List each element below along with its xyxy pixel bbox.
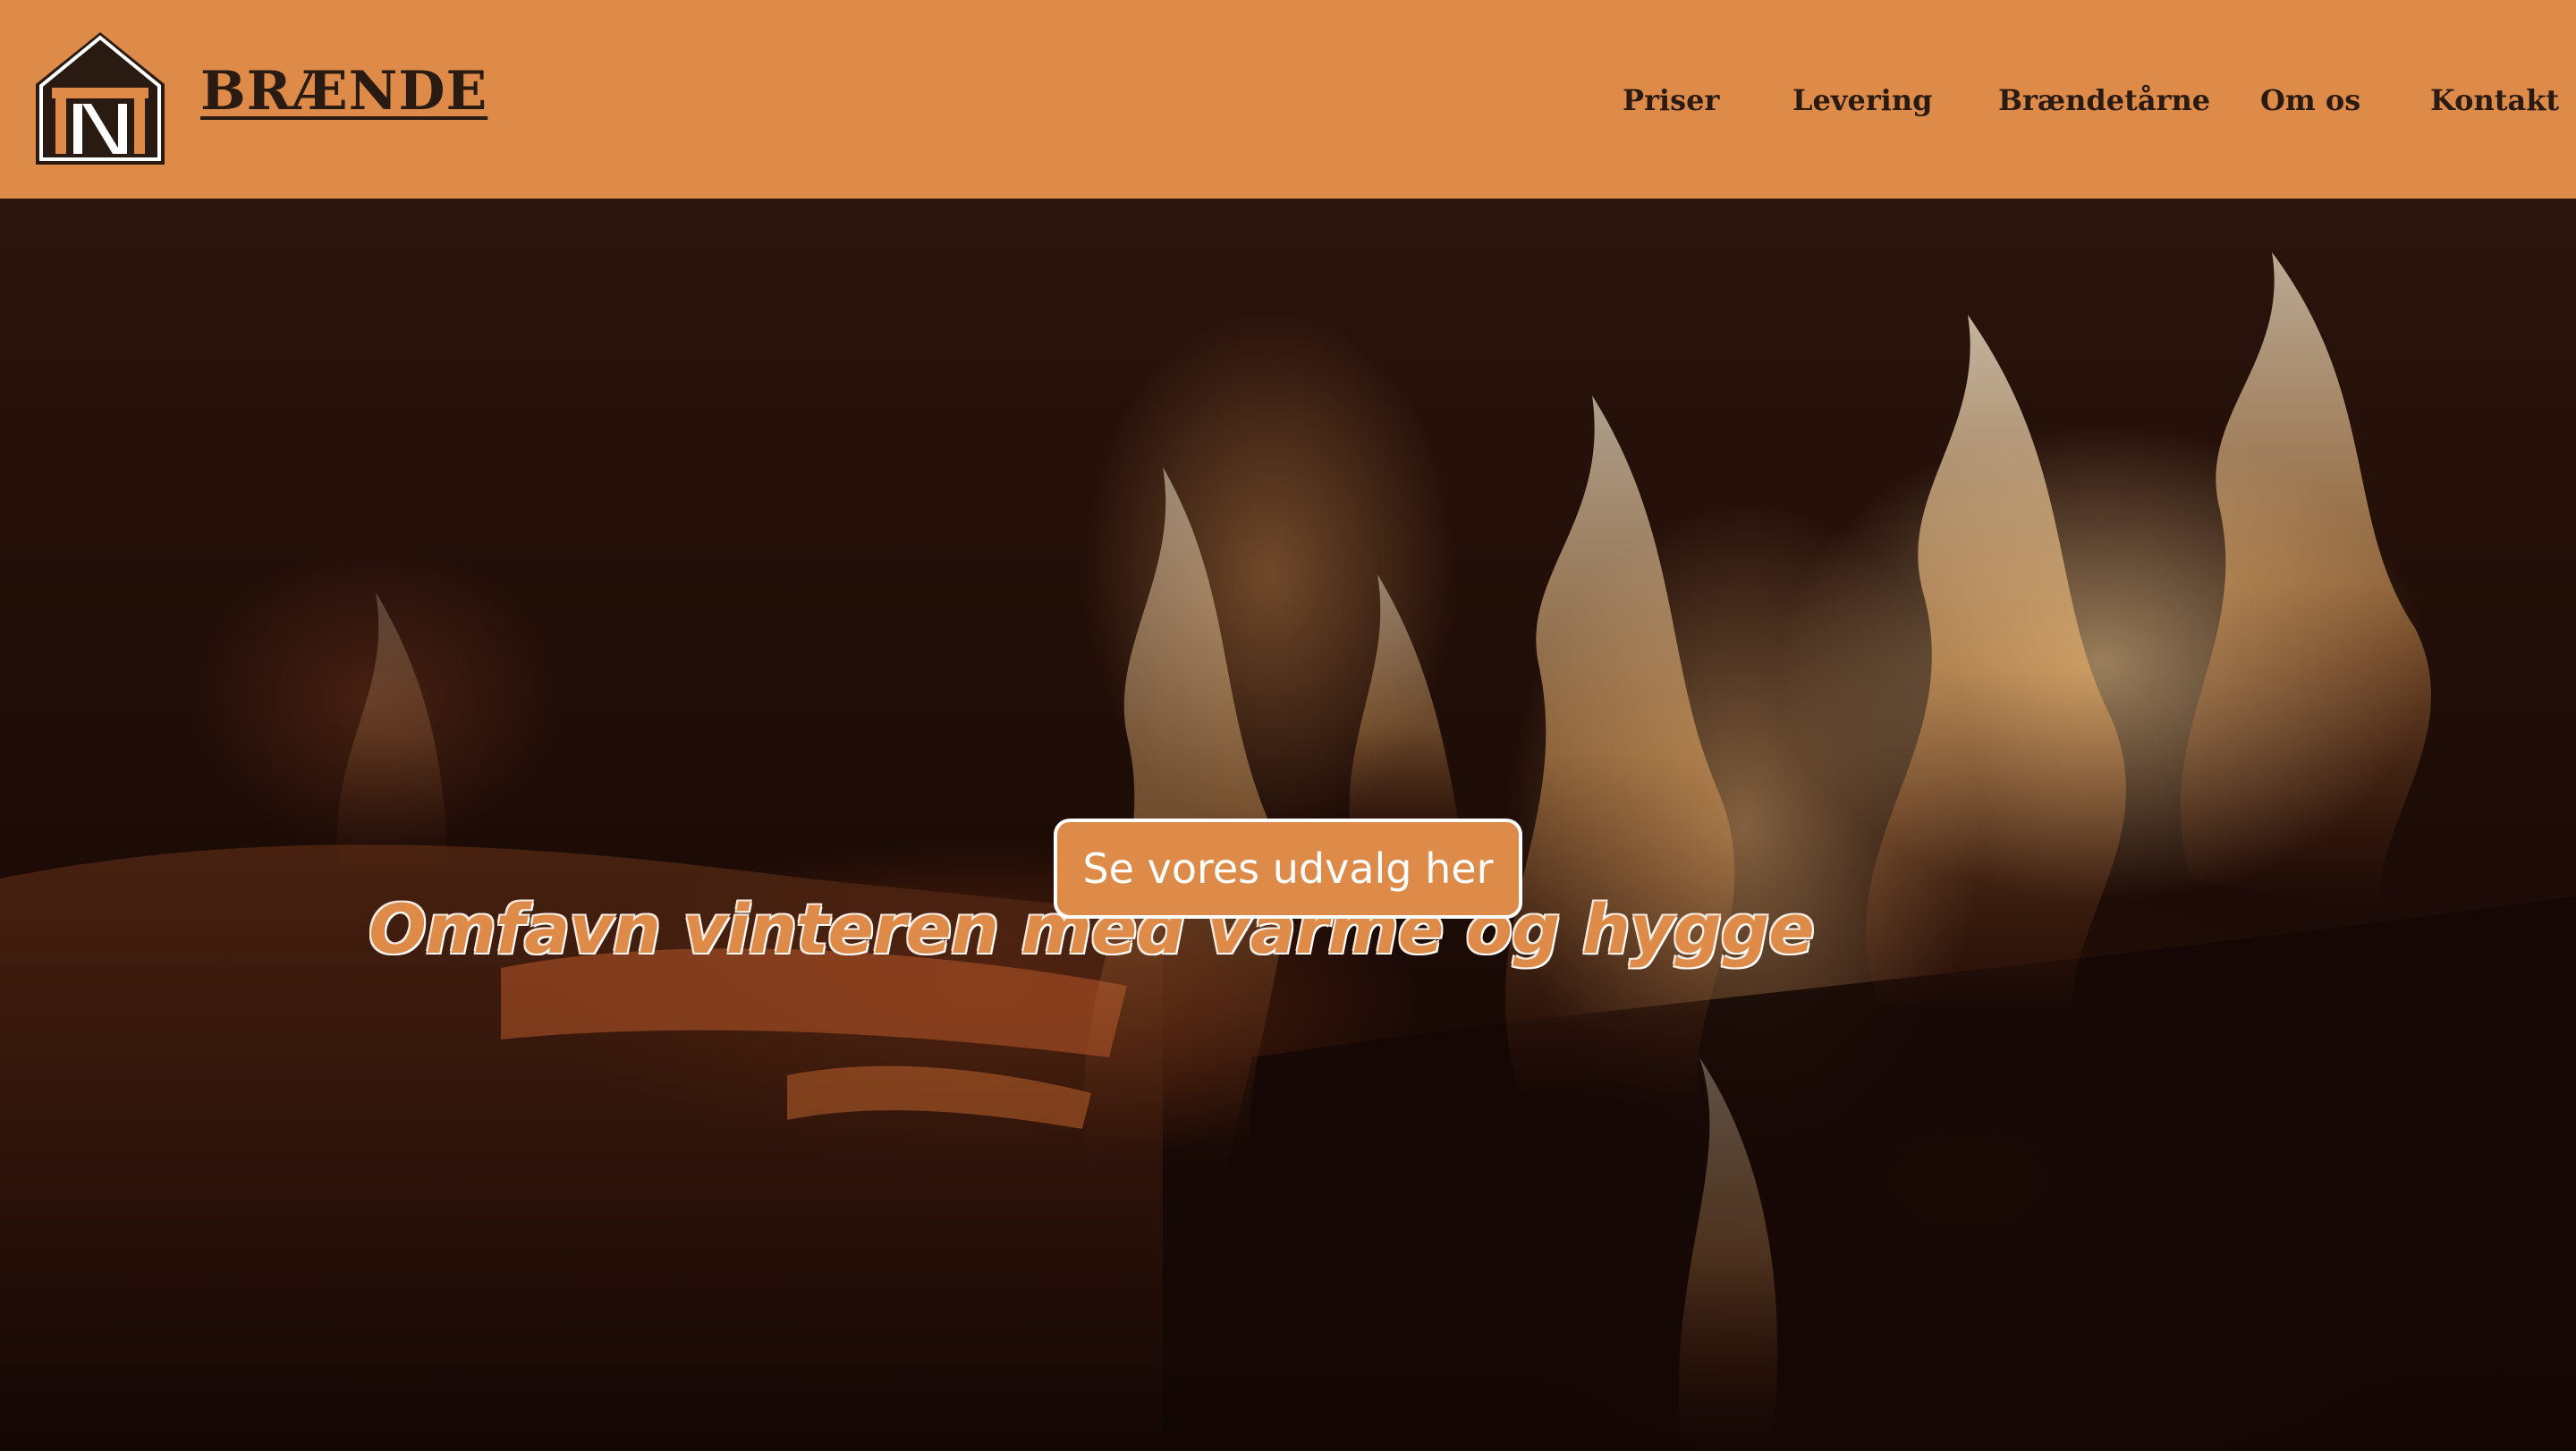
- nav-link-om-os[interactable]: Om os: [2260, 86, 2360, 115]
- nav-link-kontakt[interactable]: Kontakt: [2430, 86, 2559, 115]
- nav-link-levering[interactable]: Levering: [1792, 86, 1932, 115]
- site-header: BRÆNDE Priser Levering Brændetårne Om os…: [0, 0, 2576, 199]
- woodshed-logo-icon[interactable]: [32, 29, 168, 168]
- see-selection-button[interactable]: Se vores udvalg her: [1054, 819, 1522, 919]
- nav-link-braendetaarne[interactable]: Brændetårne: [1998, 86, 2210, 115]
- brand-logo-text[interactable]: BRÆNDE: [200, 64, 487, 118]
- nav-link-priser[interactable]: Priser: [1623, 86, 1719, 115]
